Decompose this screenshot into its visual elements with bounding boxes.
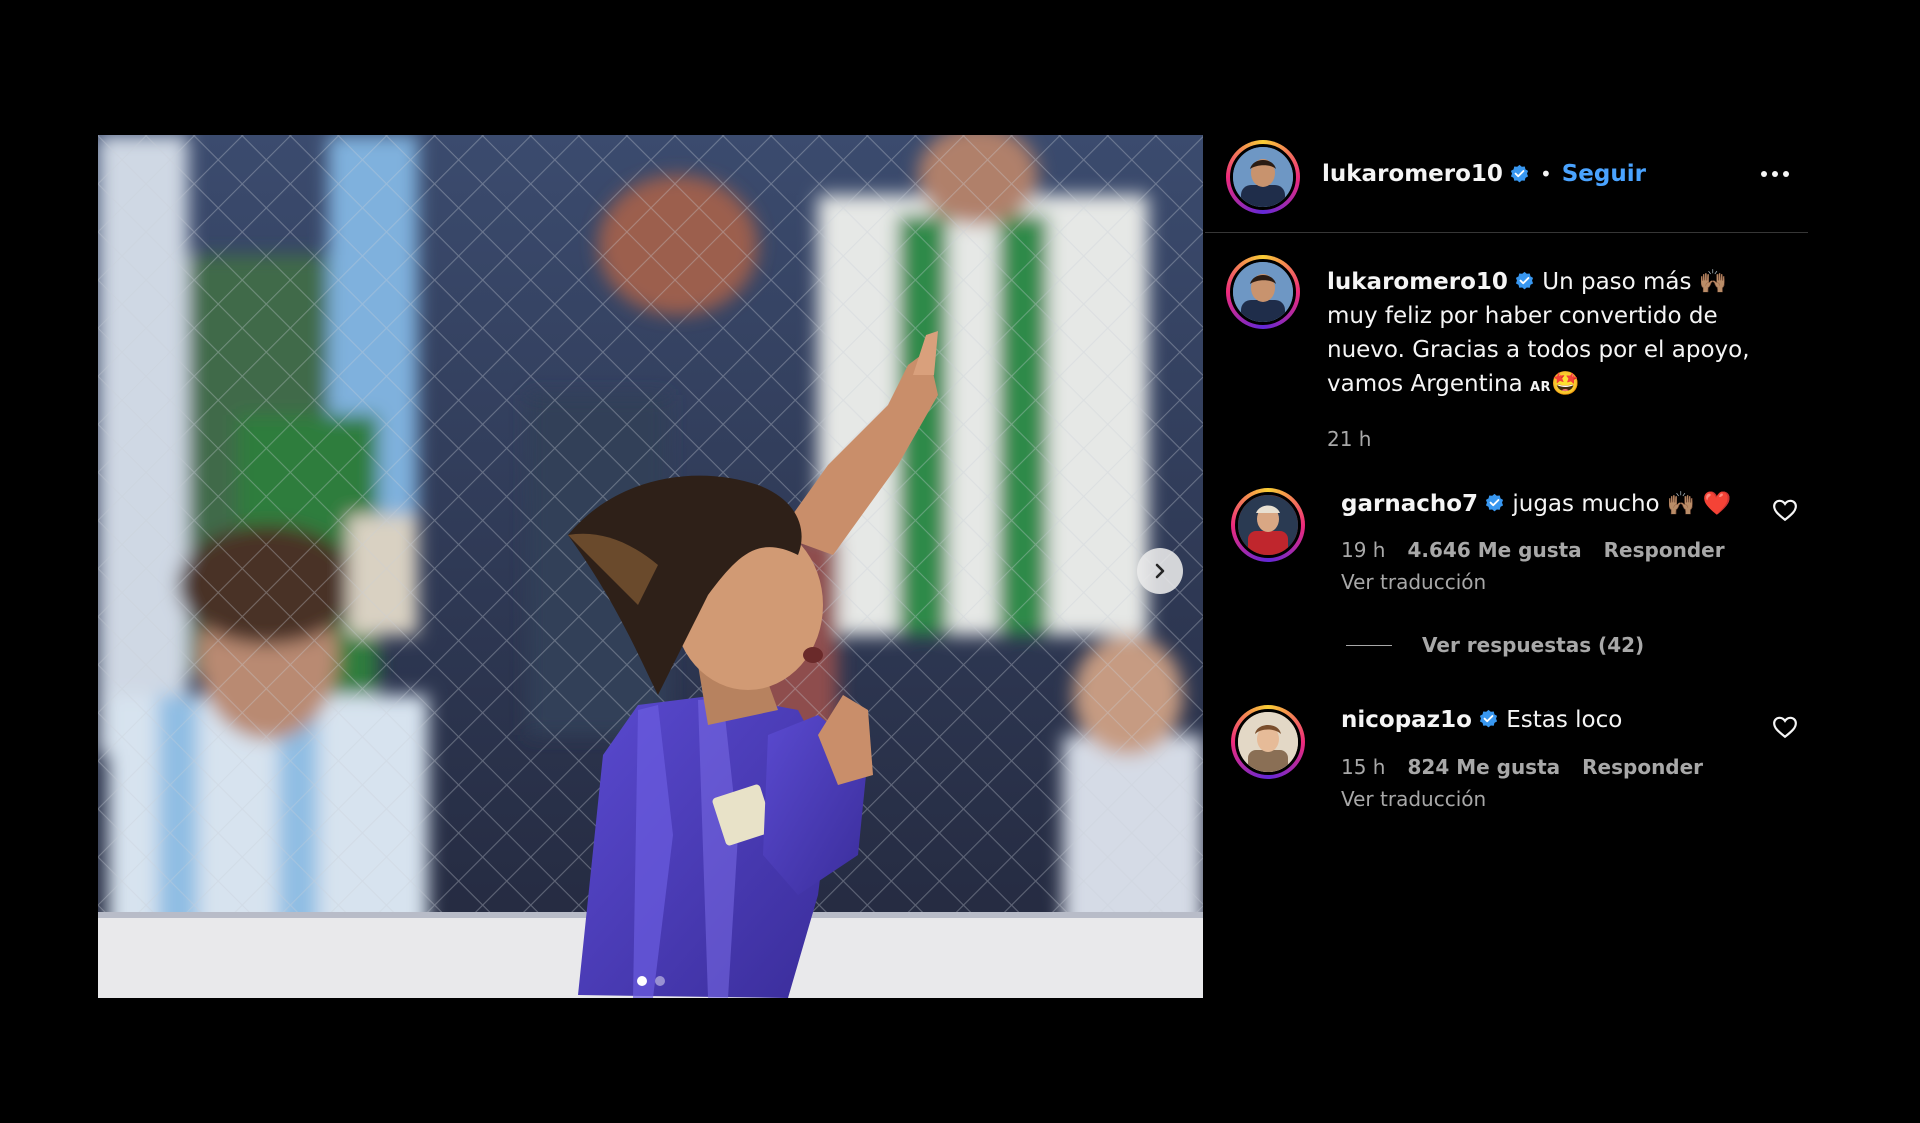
verified-badge-icon [1510,164,1529,182]
carousel-dot-active [636,976,647,986]
next-slide-button[interactable] [1137,548,1183,594]
more-options-icon[interactable] [1758,164,1792,184]
view-replies-label: Ver respuestas (42) [1422,633,1645,657]
post-sidebar: lukaromero10 • Seguir lukaromero10 Un pa… [1205,135,1808,998]
carousel-dot [654,976,665,986]
like-heart-icon[interactable] [1772,498,1798,522]
comment-time[interactable]: 19 h [1341,538,1385,562]
replies-divider [1346,644,1392,646]
see-translation-link[interactable]: Ver traducción [1341,570,1486,594]
author-username[interactable]: lukaromero10 [1322,161,1503,187]
caption-username[interactable]: lukaromero10 [1327,269,1508,295]
like-heart-icon[interactable] [1772,715,1798,739]
comment-body: garnacho7 jugas mucho 🙌🏽 ❤️ [1341,490,1732,517]
post-image [98,135,1203,998]
comment-text: jugas mucho 🙌🏽 ❤️ [1512,491,1732,517]
post-photo[interactable] [98,135,1203,998]
verified-badge-icon [1515,271,1534,290]
avatar-image [1238,712,1298,772]
post-header: lukaromero10 • Seguir [1205,135,1808,233]
comment-username[interactable]: nicopaz1o [1341,707,1472,733]
comment-meta: 19 h 4.646 Me gusta Responder [1341,538,1725,562]
caption-timestamp[interactable]: 21 h [1327,427,1371,451]
author-avatar[interactable] [1226,140,1300,214]
comment-meta: 15 h 824 Me gusta Responder [1341,755,1703,779]
caption-avatar[interactable] [1226,255,1300,329]
avatar-image [1233,262,1293,322]
avatar-image [1233,147,1293,207]
caption-text: lukaromero10 Un paso más 🙌🏽 muy feliz po… [1327,265,1767,405]
author-row: lukaromero10 • Seguir [1322,161,1646,187]
follow-button[interactable]: Seguir [1562,161,1646,187]
comment-likes[interactable]: 824 Me gusta [1407,755,1560,779]
comment-text: Estas loco [1506,707,1623,733]
comment-time[interactable]: 15 h [1341,755,1385,779]
reply-button[interactable]: Responder [1582,755,1703,779]
see-translation-link[interactable]: Ver traducción [1341,787,1486,811]
avatar-image [1238,495,1298,555]
view-replies-button[interactable]: Ver respuestas (42) [1346,633,1644,657]
comment-likes[interactable]: 4.646 Me gusta [1407,538,1581,562]
comment-body: nicopaz1o Estas loco [1341,707,1622,733]
chevron-right-icon [1155,563,1165,579]
dot-separator: • [1539,162,1552,186]
reply-button[interactable]: Responder [1604,538,1725,562]
carousel-indicator [636,976,665,986]
comment-avatar[interactable] [1231,705,1305,779]
comment-username[interactable]: garnacho7 [1341,491,1478,517]
verified-badge-icon [1485,493,1504,512]
flag-emoji: AR [1529,380,1552,395]
comment-avatar[interactable] [1231,488,1305,562]
caption-emoji: 🤩 [1551,371,1580,397]
verified-badge-icon [1479,709,1497,728]
